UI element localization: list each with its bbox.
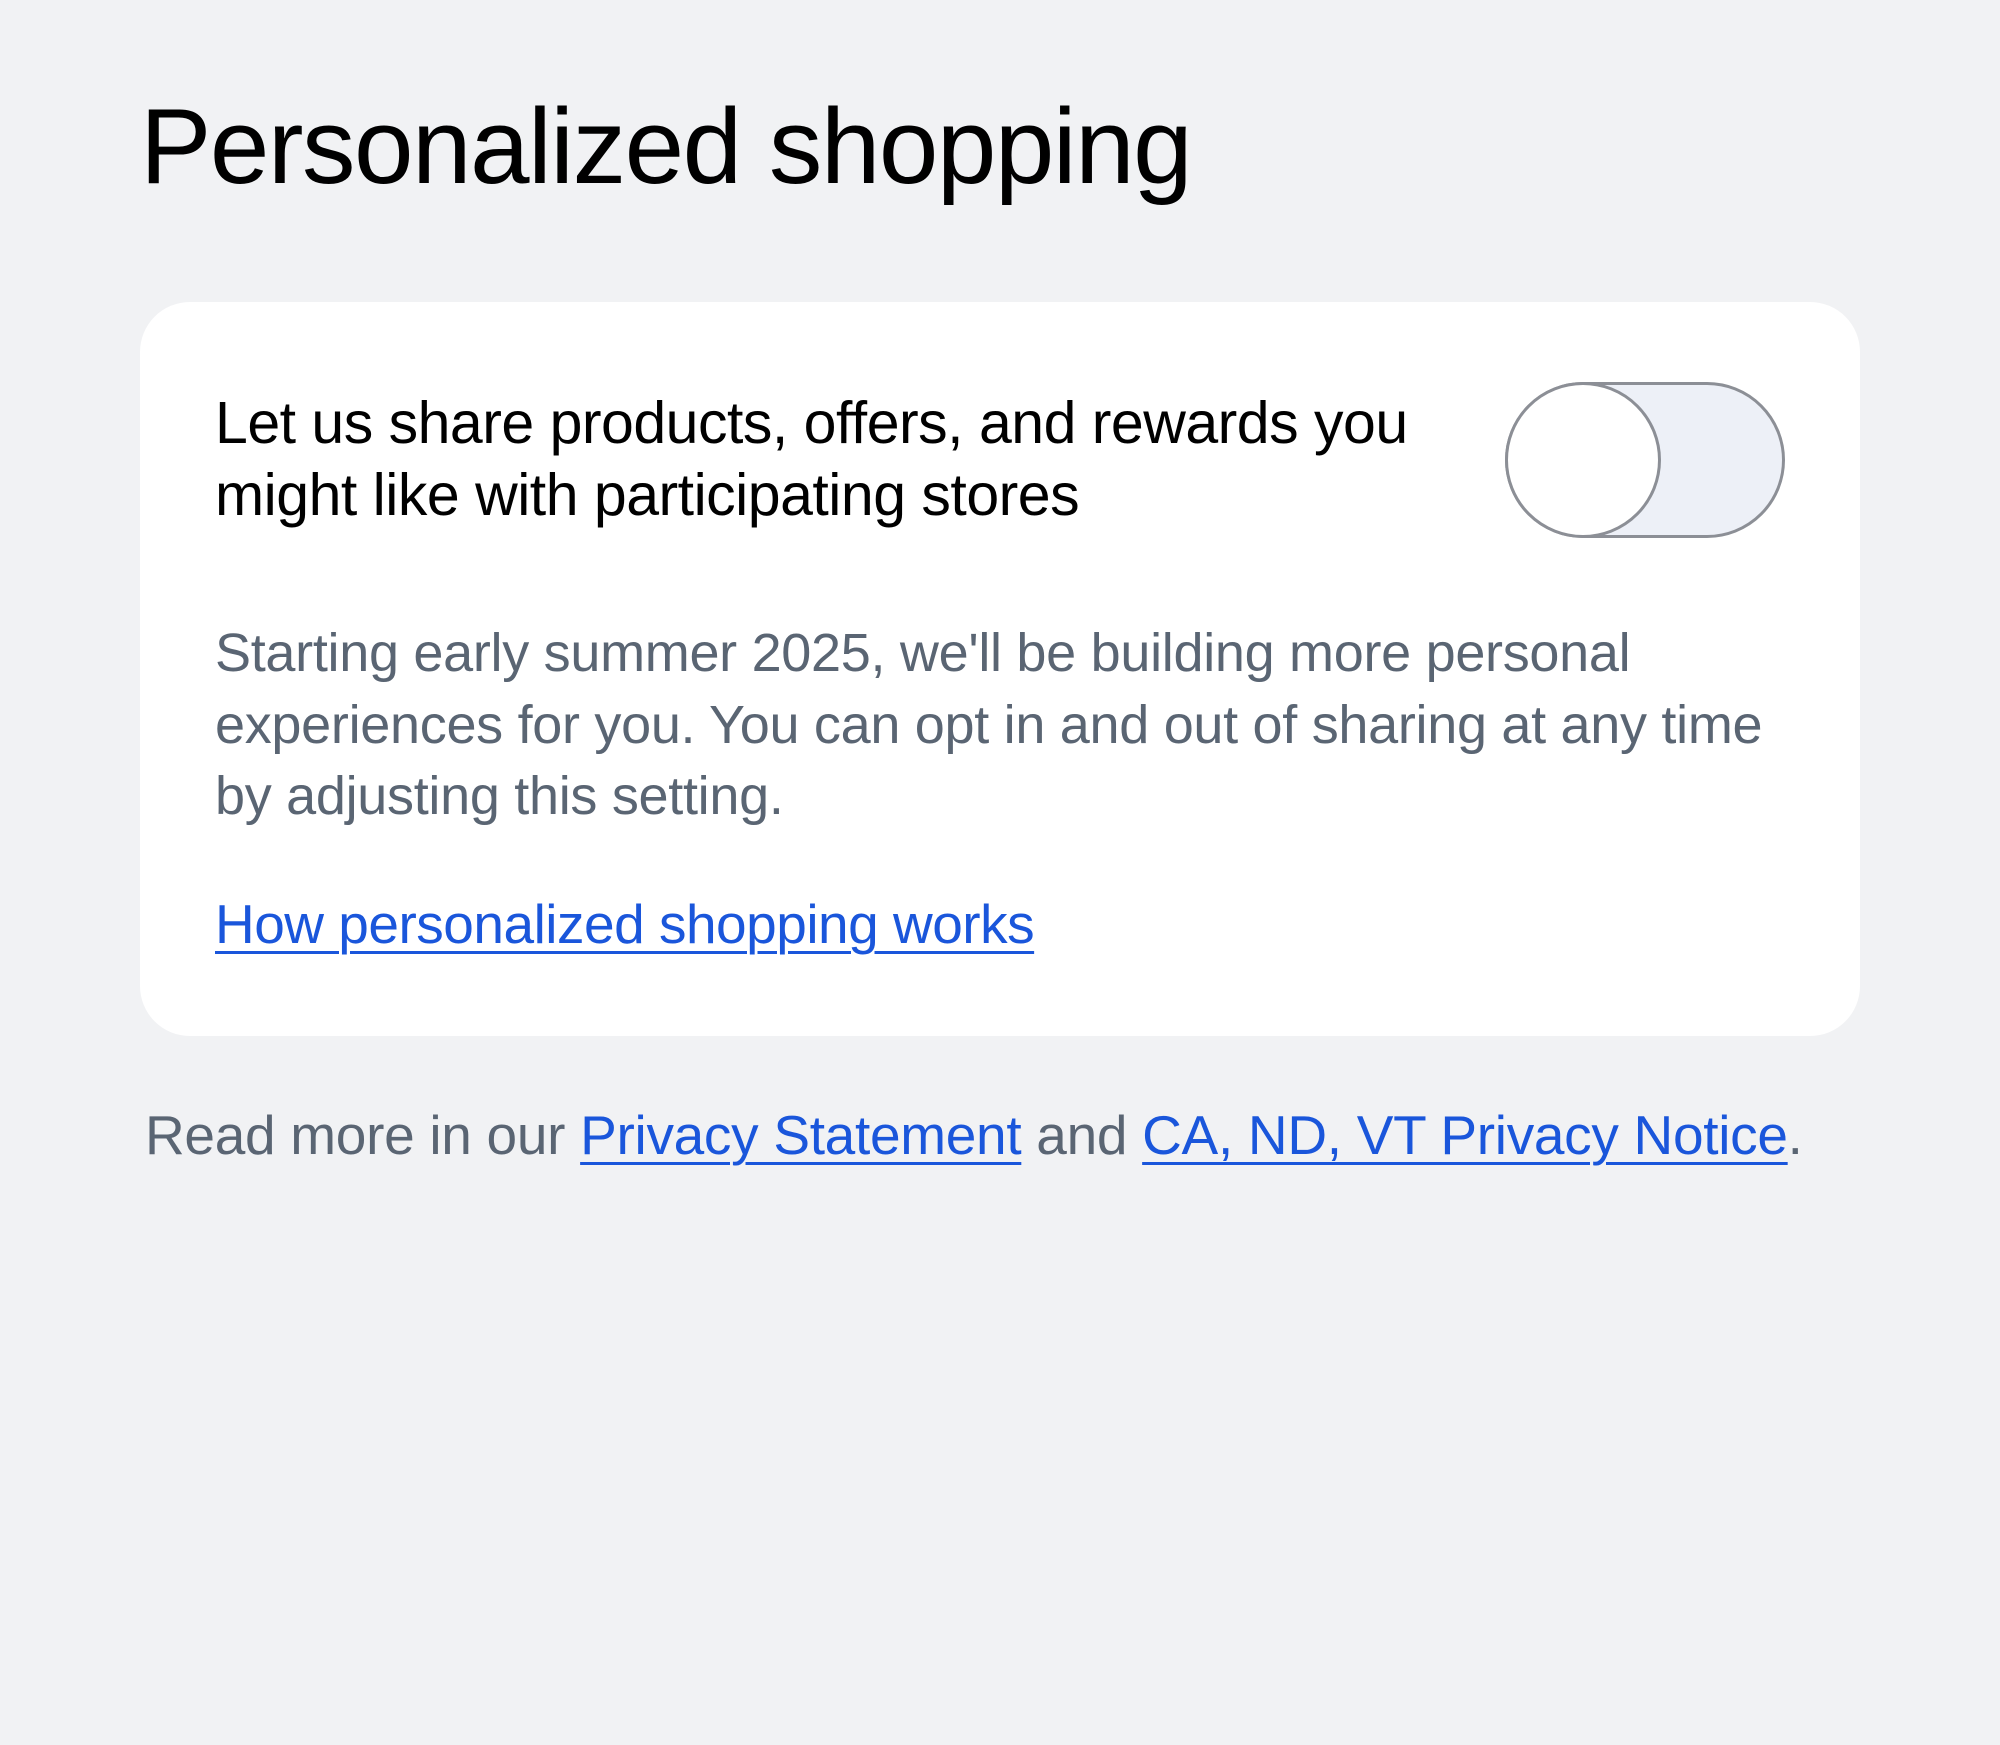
- toggle-description: Starting early summer 2025, we'll be bui…: [215, 618, 1785, 832]
- footer-suffix: .: [1788, 1104, 1803, 1166]
- toggle-label: Let us share products, offers, and rewar…: [215, 388, 1445, 532]
- footer-connector: and: [1021, 1104, 1142, 1166]
- toggle-row: Let us share products, offers, and rewar…: [215, 382, 1785, 538]
- personalized-shopping-toggle[interactable]: [1505, 382, 1785, 538]
- footer-text: Read more in our Privacy Statement and C…: [140, 1096, 1860, 1176]
- page-title: Personalized shopping: [140, 90, 1860, 202]
- privacy-statement-link[interactable]: Privacy Statement: [580, 1104, 1021, 1166]
- state-privacy-notice-link[interactable]: CA, ND, VT Privacy Notice: [1142, 1104, 1788, 1166]
- settings-card: Let us share products, offers, and rewar…: [140, 302, 1860, 1036]
- how-it-works-link[interactable]: How personalized shopping works: [215, 892, 1034, 956]
- footer-prefix: Read more in our: [145, 1104, 580, 1166]
- toggle-knob: [1505, 382, 1661, 538]
